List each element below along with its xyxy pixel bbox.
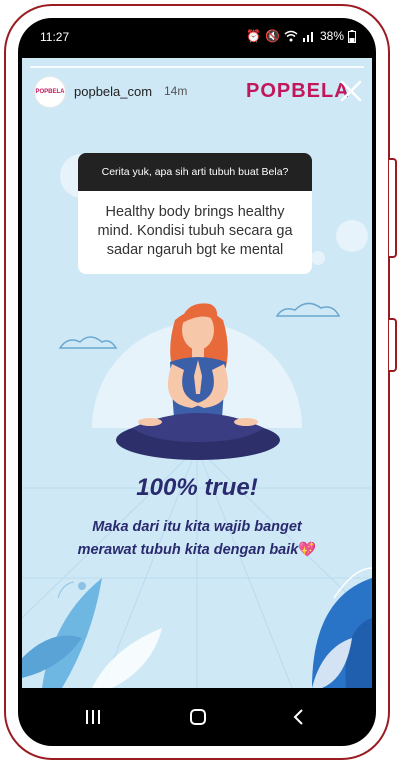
post-time: 14m [164, 84, 188, 98]
home-icon[interactable] [168, 690, 228, 746]
story-view[interactable]: POPBELA popbela_com 14m POPBELA Cerita y… [22, 58, 372, 688]
back-icon[interactable] [268, 690, 328, 746]
username[interactable]: popbela_com [74, 84, 152, 99]
battery-icon [348, 29, 356, 43]
volume-button [389, 158, 397, 258]
brand-logo: POPBELA [246, 80, 350, 102]
story-header: POPBELA popbela_com 14m POPBELA [22, 58, 372, 114]
wifi-icon [284, 30, 298, 42]
mute-icon: 🔇 [265, 29, 280, 43]
heart-emoji-icon: 💖 [298, 542, 317, 558]
body-line-1: Maka dari itu kita wajib banget [92, 519, 302, 535]
signal-icon [302, 32, 313, 42]
avatar[interactable]: POPBELA [34, 76, 66, 108]
navigation-bar [18, 690, 376, 746]
power-button [389, 318, 397, 372]
close-icon[interactable] [338, 78, 364, 104]
avatar-text: POPBELA [35, 89, 65, 95]
body-text: Maka dari itu kita wajib banget merawat … [22, 516, 372, 562]
headline: 100% true! [136, 474, 258, 501]
status-time: 11:27 [40, 30, 70, 44]
question-text: Cerita yuk, apa sih arti tubuh buat Bela… [78, 153, 312, 191]
answer-text: Healthy body brings healthy mind. Kondis… [78, 191, 312, 274]
status-bar: 11:27 ⏰ 🔇 38% [18, 18, 376, 56]
battery-percent: 38% [319, 29, 344, 43]
recent-apps-icon[interactable] [63, 690, 123, 746]
body-line-2: merawat tubuh kita dengan baik💖 [22, 539, 372, 562]
phone-screen: 11:27 ⏰ 🔇 38% POPBELA popbela_com 14m PO… [18, 18, 376, 746]
alarm-icon: ⏰ [246, 29, 262, 43]
status-icons: ⏰ 🔇 38% [246, 29, 356, 43]
question-sticker: Cerita yuk, apa sih arti tubuh buat Bela… [78, 153, 312, 274]
body-line-2-text: merawat tubuh kita dengan baik [77, 542, 299, 558]
